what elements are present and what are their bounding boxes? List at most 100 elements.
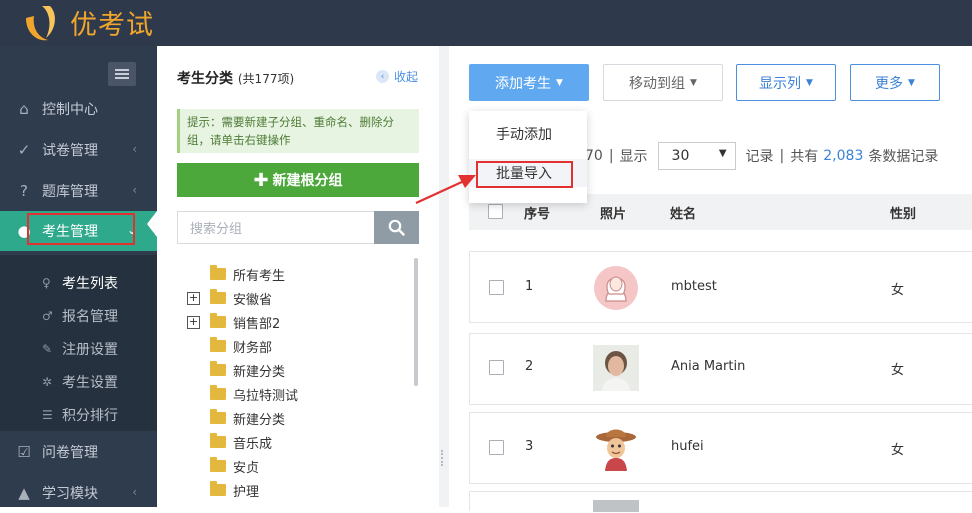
row-checkbox[interactable] bbox=[489, 360, 504, 375]
sidebar-item-label: 题库管理 bbox=[42, 184, 98, 200]
pager-separator: | bbox=[779, 148, 785, 164]
folder-icon bbox=[210, 289, 226, 304]
table-row[interactable]: 3 hufei 女 bbox=[469, 412, 972, 484]
sidebar-item-label: 学习模块 bbox=[42, 486, 98, 502]
sidebar-subitem-registration[interactable]: ♂ 报名管理 bbox=[0, 299, 157, 332]
annotation-arrow-icon bbox=[415, 175, 476, 204]
pager-total-count: 2,083 bbox=[823, 148, 864, 164]
menu-item-manual-add[interactable]: 手动添加 bbox=[469, 120, 587, 148]
table-row[interactable]: 1 mbtest 女 bbox=[469, 251, 972, 323]
expand-icon[interactable]: + bbox=[187, 315, 200, 329]
tree-node[interactable]: 所有考生 bbox=[187, 262, 285, 286]
tree-node[interactable]: 财务部 bbox=[187, 334, 272, 358]
menu-toggle-icon[interactable] bbox=[108, 62, 136, 86]
more-label: 更多 bbox=[875, 75, 904, 92]
more-button[interactable]: 更多 ▼ bbox=[850, 64, 940, 101]
check-circle-icon: ✓ bbox=[17, 141, 31, 159]
pagination-info: 70 | 显示 30 ▼ 记录 | 共有 2,083 条数据记录 bbox=[585, 142, 938, 170]
folder-icon bbox=[210, 433, 226, 448]
tree-node-label: 安徽省 bbox=[233, 292, 273, 308]
tree-node-label: 新建分类 bbox=[233, 364, 286, 380]
add-examinee-button[interactable]: 添加考生 ▼ bbox=[469, 64, 589, 101]
sidebar-subitem-label: 报名管理 bbox=[62, 308, 118, 325]
tree-node[interactable]: 安贞 bbox=[187, 454, 259, 478]
row-gender: 女 bbox=[891, 443, 905, 458]
folder-icon bbox=[210, 385, 226, 400]
row-checkbox[interactable] bbox=[489, 440, 504, 455]
expand-icon[interactable]: + bbox=[187, 291, 200, 305]
plus-icon: ✚ bbox=[253, 169, 269, 191]
category-panel: 考生分类 (共177项) ‹ 收起 提示：需要新建子分组、重命名、删除分组，请单… bbox=[157, 46, 439, 507]
sidebar-item-paper-management[interactable]: ✓ 试卷管理 ‹ bbox=[0, 130, 157, 170]
graduation-cap-icon: ▲ bbox=[18, 484, 30, 502]
avatar bbox=[593, 500, 639, 512]
sidebar-item-question-bank[interactable]: ? 题库管理 ‹ bbox=[0, 171, 157, 211]
tree-node[interactable]: 护理 bbox=[187, 478, 259, 502]
sidebar-subitem-label: 考生列表 bbox=[62, 275, 118, 292]
sidebar-item-label: 控制中心 bbox=[42, 102, 98, 118]
header-photo: 照片 bbox=[600, 206, 627, 222]
header-gender: 性别 bbox=[890, 206, 917, 222]
chevron-down-icon: ▼ bbox=[556, 77, 563, 88]
sidebar-item-survey-management[interactable]: ☑ 问卷管理 bbox=[0, 432, 157, 472]
list-icon: ☰ bbox=[42, 407, 53, 422]
tree-node-label: 安贞 bbox=[233, 460, 260, 476]
sidebar-subitem-register-settings[interactable]: ✎ 注册设置 bbox=[0, 332, 157, 365]
top-bar: 优考试 bbox=[0, 0, 972, 46]
move-to-group-button[interactable]: 移动到组 ▼ bbox=[603, 64, 723, 101]
sidebar-subitem-label: 考生设置 bbox=[62, 374, 118, 391]
row-checkbox[interactable] bbox=[489, 280, 504, 295]
folder-icon bbox=[210, 313, 226, 328]
group-search-input[interactable]: 搜索分组 bbox=[177, 211, 374, 244]
collapse-label: 收起 bbox=[394, 70, 419, 84]
tree-node[interactable]: 乌拉特测试 bbox=[187, 382, 298, 406]
logo-icon bbox=[26, 6, 55, 41]
tree-node[interactable]: 新建分类 bbox=[187, 406, 285, 430]
tree-node[interactable]: + 销售部2 bbox=[187, 310, 280, 334]
sidebar-subitem-points-ranking[interactable]: ☰ 积分排行 bbox=[0, 398, 157, 431]
tree-node[interactable]: + 安徽省 bbox=[187, 286, 272, 310]
sidebar: ⌂ 控制中心 ✓ 试卷管理 ‹ ? 题库管理 ‹ ● 考生管理 ⌄ ♀ 考生列表… bbox=[0, 46, 157, 507]
new-root-group-button[interactable]: ✚ 新建根分组 bbox=[177, 163, 419, 197]
tree-node[interactable]: 新建分类 bbox=[187, 358, 285, 382]
folder-icon bbox=[210, 409, 226, 424]
tree-node[interactable]: 音乐成 bbox=[187, 430, 272, 454]
wrench-icon: ✎ bbox=[42, 341, 53, 356]
folder-icon bbox=[210, 337, 226, 352]
folder-icon bbox=[210, 265, 226, 280]
move-to-group-label: 移动到组 bbox=[629, 75, 686, 92]
row-gender: 女 bbox=[891, 283, 905, 298]
tree-node-label: 所有考生 bbox=[233, 268, 286, 284]
table-row[interactable]: 2 Ania Martin 女 bbox=[469, 333, 972, 405]
chevron-left-icon: ‹ bbox=[132, 485, 137, 499]
table-row[interactable] bbox=[469, 491, 972, 512]
panel-divider bbox=[439, 46, 449, 507]
annotation-highlight-examinee-list bbox=[27, 213, 135, 245]
user-plus-icon: ♂ bbox=[42, 308, 53, 323]
panel-splitter-handle[interactable] bbox=[441, 450, 447, 466]
examinee-submenu: ♀ 考生列表 ♂ 报名管理 ✎ 注册设置 ✲ 考生设置 ☰ 积分排行 bbox=[0, 255, 157, 431]
row-no: 3 bbox=[525, 439, 534, 454]
show-columns-button[interactable]: 显示列 ▼ bbox=[736, 64, 836, 101]
sidebar-subitem-examinee-settings[interactable]: ✲ 考生设置 bbox=[0, 365, 157, 398]
tree-scrollbar[interactable] bbox=[414, 258, 418, 386]
chevron-left-icon: ‹ bbox=[132, 142, 137, 156]
active-indicator bbox=[147, 211, 157, 237]
search-button[interactable] bbox=[374, 211, 419, 244]
sidebar-subitem-examinee-list[interactable]: ♀ 考生列表 bbox=[0, 266, 157, 299]
question-circle-icon: ? bbox=[20, 182, 28, 200]
sidebar-item-control-center[interactable]: ⌂ 控制中心 bbox=[0, 89, 157, 129]
tree-node-label: 销售部2 bbox=[233, 316, 281, 332]
chevron-down-icon: ▼ bbox=[718, 148, 727, 159]
select-all-checkbox[interactable] bbox=[488, 204, 503, 219]
sidebar-item-learning-module[interactable]: ▲ 学习模块 ‹ bbox=[0, 473, 157, 513]
show-columns-label: 显示列 bbox=[759, 75, 802, 92]
collapse-link[interactable]: ‹ 收起 bbox=[376, 68, 418, 85]
folder-icon bbox=[210, 457, 226, 472]
page-size-select[interactable]: 30 ▼ bbox=[657, 142, 736, 170]
row-name: mbtest bbox=[671, 279, 717, 294]
row-no: 1 bbox=[525, 279, 534, 294]
menu-item-batch-import[interactable]: 批量导入 bbox=[469, 159, 587, 187]
logo-text: 优考试 bbox=[70, 10, 154, 41]
tree-node-label: 乌拉特测试 bbox=[233, 388, 299, 404]
